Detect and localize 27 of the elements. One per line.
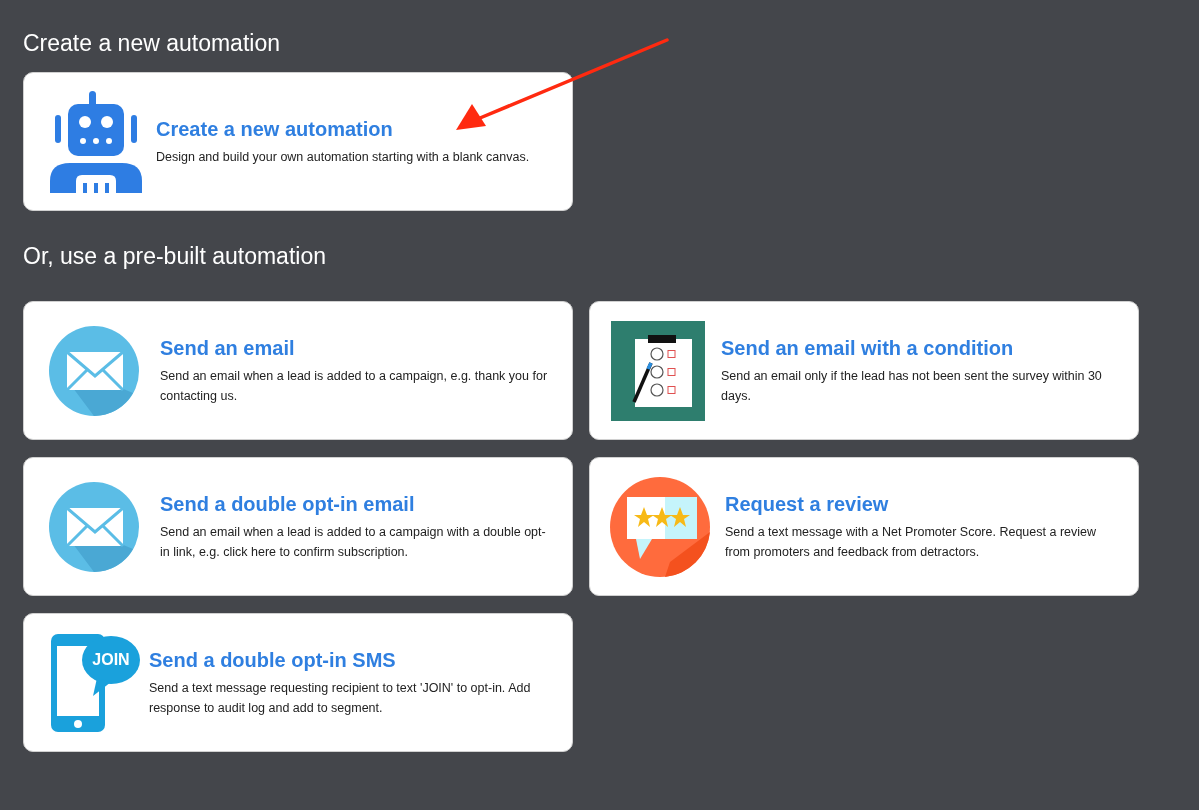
section-heading: Or, use a pre-built automation [23,242,327,271]
envelope-icon [49,481,139,572]
card-title: Create a new automation [156,116,394,141]
robot-icon [50,90,142,193]
automation-card[interactable]: Send an email with a condition Send an email only if the lead has not been sent the survey within 30 days. [589,301,1139,440]
card-title: Request a review [725,491,890,516]
section-heading: Create a new automation [23,29,281,58]
automation-card[interactable]: Request a review Send a text message with a Net Promoter Score. Request a review from promoters and feedback from detractors. [589,457,1139,596]
card-title: Send an email with a condition [721,335,1015,360]
review-icon [610,476,710,577]
automation-card[interactable]: Send an email Send an email when a lead is added to a campaign, e.g. thank you for contacting us. [23,301,573,440]
card-description: Design and build your own automation starting with a blank canvas. [156,148,531,166]
automation-card[interactable]: Create a new automation Design and build your own automation starting with a blank canvas. [23,72,573,211]
card-title: Send a double opt-in SMS [149,647,397,672]
card-description: Send an email when a lead is added to a campaign, e.g. thank you for contacting us. [160,367,549,405]
phone-chat-icon [49,631,141,734]
envelope-icon [49,325,139,416]
card-title: Send an email [160,335,296,360]
checklist-icon [611,320,705,421]
card-description: Send a text message requesting recipient to text 'JOIN' to opt-in. Add response to audit log and add to segment. [149,679,532,717]
card-description: Send an email when a lead is added to a campaign with a double opt-in link, e.g. click here to confirm subscription. [160,523,547,561]
join-text: JOIN [91,649,131,670]
automation-card[interactable]: JOIN Send a double opt-in SMS Send a text message requesting recipient to text 'JOIN' to opt-in. Add response to audit log and add to segment. [23,613,573,752]
card-description: Send a text message with a Net Promoter Score. Request a review from promoters and feedback from detractors. [725,523,1097,561]
automation-card[interactable]: Send a double opt-in email Send an email when a lead is added to a campaign with a double opt-in link, e.g. click here to confirm subscription. [23,457,573,596]
card-title: Send a double opt-in email [160,491,416,516]
card-description: Send an email only if the lead has not been sent the survey within 30 days. [721,367,1103,405]
